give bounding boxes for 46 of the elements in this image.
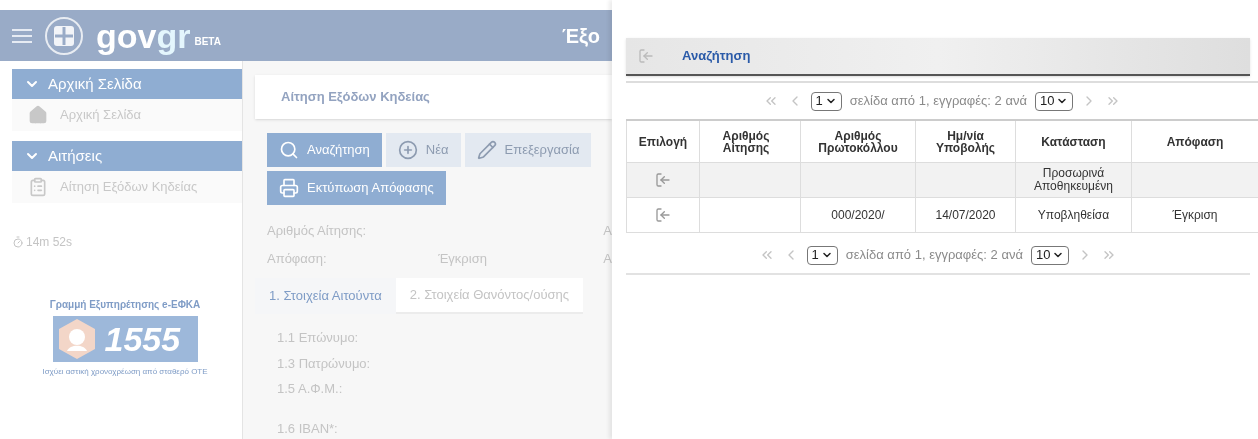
table-cell-text: Προσωρινά Αποθηκευμένη — [1033, 167, 1114, 193]
pager-text: σελίδα από 1, εγγραφές: 2 ανά — [849, 92, 1027, 111]
toolbar-button[interactable]: Επεξεργασία — [464, 133, 592, 167]
column-header: Ημ/νία Υποβολής — [915, 121, 1015, 162]
column-header: Επιλογή — [626, 121, 699, 162]
title-card: Αίτηση Εξόδων Κηδείας — [255, 75, 612, 119]
toolbar-button[interactable]: Αναζήτηση — [267, 133, 382, 167]
tab[interactable]: 2. Στοιχεία Θανόντος/ούσης — [395, 278, 584, 314]
table-row[interactable]: 000/2020/ 14/07/2020 Υποβληθείσα Έγκριση — [626, 198, 1258, 233]
search-icon — [279, 140, 299, 160]
beta-label: BETA — [194, 34, 221, 49]
page-size-select[interactable]: 10 — [1034, 91, 1074, 111]
logo-text: gr — [156, 18, 191, 53]
sidebar-section[interactable]: Αρχική Σελίδα — [12, 69, 242, 99]
toolbar-button[interactable]: Εκτύπωση Απόφασης — [267, 171, 446, 205]
column-header: Κατάσταση — [1015, 121, 1131, 162]
pager-text: σελίδα από 1, εγγραφές: 2 ανά — [845, 246, 1023, 265]
plus-circle-icon — [397, 140, 418, 160]
table-row[interactable]: Προσωρινά Αποθηκευμένη — [626, 163, 1258, 198]
helpline-note: Ισχύει αστική χρονοχρέωση από σταθερό ΟΤΕ — [42, 366, 208, 378]
page-size-select[interactable]: 10 — [1030, 245, 1070, 265]
sidebar-section[interactable]: Αιτήσεις — [12, 141, 242, 171]
timer-icon — [12, 236, 24, 248]
clipboard-icon — [28, 177, 48, 197]
table-cell: Έγκριση — [1172, 208, 1218, 222]
printer-icon — [279, 178, 299, 198]
column-header: Αριθμός Αίτησης — [699, 121, 800, 162]
logo-text: gov — [96, 18, 157, 53]
table-cell: 000/2020/ — [831, 208, 885, 222]
headset-avatar-icon — [56, 317, 97, 361]
page-heading: Έξο — [562, 23, 600, 49]
pencil-icon — [476, 140, 497, 160]
column-header: Αριθμός Πρωτοκόλλου — [800, 121, 915, 162]
toolbar-button[interactable]: Νέα — [385, 133, 461, 167]
home-icon — [28, 105, 48, 125]
emblem-icon — [44, 15, 84, 56]
page-select[interactable]: 1 — [810, 91, 842, 111]
helpline-banner: 1555 — [52, 316, 198, 362]
page-select[interactable]: 1 — [806, 245, 838, 265]
table-cell: 14/07/2020 — [935, 208, 996, 222]
column-header: Απόφαση — [1131, 121, 1258, 162]
panel-title: Αναζήτηση — [682, 47, 751, 66]
menu-icon[interactable] — [12, 28, 32, 43]
table-cell: Υποβληθείσα — [1037, 208, 1110, 222]
session-timer: 14m 52s — [26, 234, 73, 251]
helpline-title: Γραμμή Εξυπηρέτησης e-ΕΦΚΑ — [49, 298, 201, 312]
